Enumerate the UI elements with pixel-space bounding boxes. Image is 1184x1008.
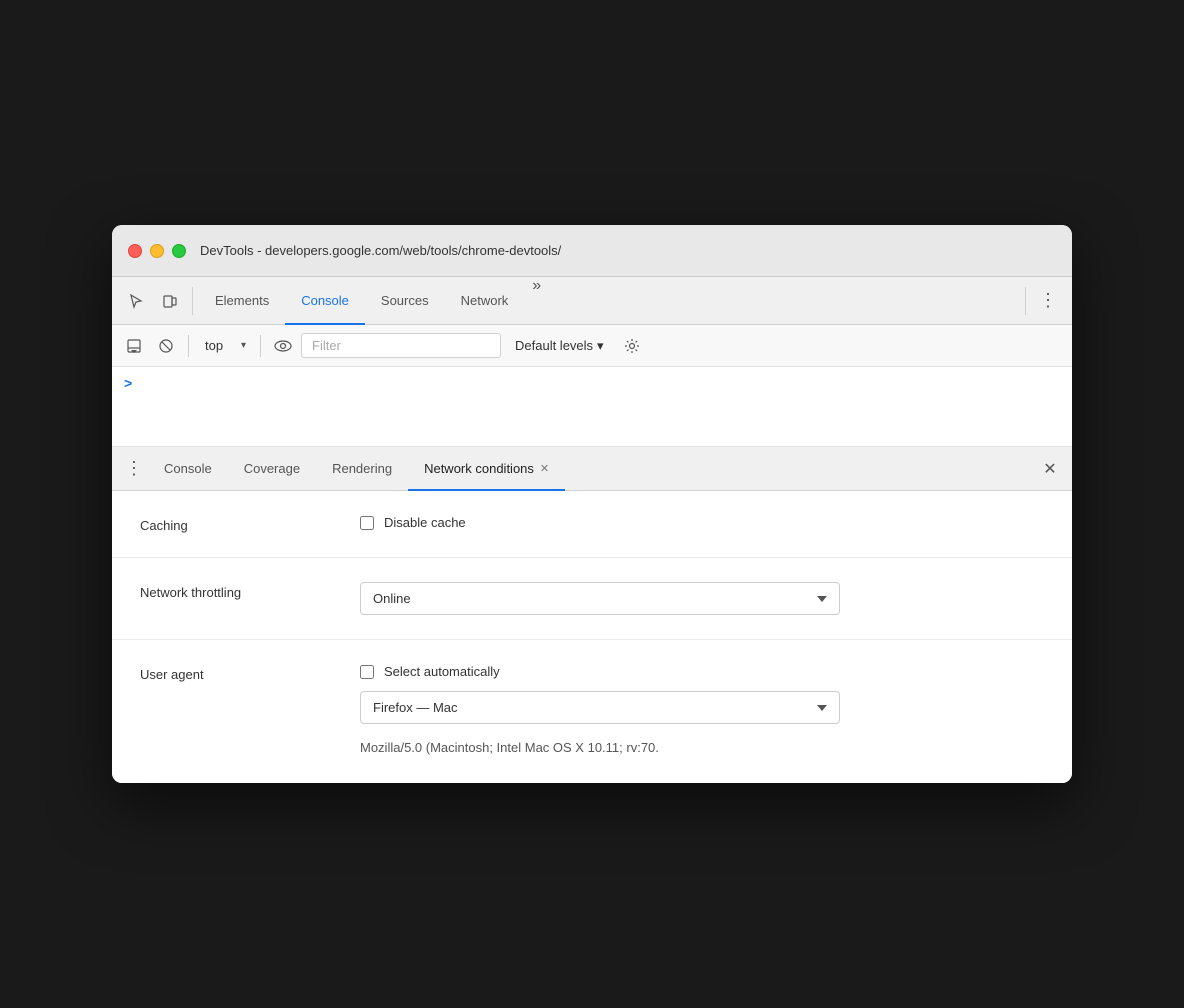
tab-console[interactable]: Console xyxy=(285,278,365,325)
tab-coverage[interactable]: Coverage xyxy=(228,448,316,491)
context-select-input[interactable]: top xyxy=(197,334,252,357)
select-automatically-label[interactable]: Select automatically xyxy=(384,664,500,679)
select-automatically-checkbox[interactable] xyxy=(360,665,374,679)
more-tabs-button[interactable]: » xyxy=(524,277,549,324)
window-title: DevTools - developers.google.com/web/too… xyxy=(200,243,561,258)
user-agent-row: User agent Select automatically Firefox … xyxy=(112,640,1072,783)
console-separator-1 xyxy=(188,335,189,357)
close-panel-button[interactable]: ✕ xyxy=(1036,455,1064,483)
default-levels-button[interactable]: Default levels ▾ xyxy=(505,334,614,358)
bottom-panel: ⋮ Console Coverage Rendering Network con… xyxy=(112,447,1072,783)
disable-cache-label[interactable]: Disable cache xyxy=(384,515,466,530)
devtools-window: DevTools - developers.google.com/web/too… xyxy=(112,225,1072,783)
titlebar: DevTools - developers.google.com/web/too… xyxy=(112,225,1072,277)
cursor-icon-button[interactable] xyxy=(120,285,152,317)
caching-row: Caching Disable cache xyxy=(112,491,1072,558)
close-button[interactable] xyxy=(128,244,142,258)
main-toolbar: Elements Console Sources Network » ⋮ xyxy=(112,277,1072,325)
tab-sources[interactable]: Sources xyxy=(365,278,445,325)
console-prompt[interactable]: > xyxy=(124,375,132,391)
device-toolbar-icon-button[interactable] xyxy=(154,285,186,317)
console-toolbar: top ▾ Default levels ▾ xyxy=(112,325,1072,367)
tab-network-conditions[interactable]: Network conditions ✕ xyxy=(408,448,565,491)
eye-icon-button[interactable] xyxy=(269,332,297,360)
user-agent-label: User agent xyxy=(140,664,340,682)
console-settings-button[interactable] xyxy=(618,332,646,360)
caching-label: Caching xyxy=(140,515,340,533)
maximize-button[interactable] xyxy=(172,244,186,258)
tab-elements[interactable]: Elements xyxy=(199,278,285,325)
throttling-control: Online Fast 3G Slow 3G Offline xyxy=(360,582,1044,615)
toolbar-separator-2 xyxy=(1025,287,1026,315)
select-automatically-row: Select automatically xyxy=(360,664,1044,679)
tab-rendering[interactable]: Rendering xyxy=(316,448,408,491)
show-drawer-button[interactable] xyxy=(120,332,148,360)
caching-control: Disable cache xyxy=(360,515,1044,530)
console-separator-2 xyxy=(260,335,261,357)
bottom-tab-bar: ⋮ Console Coverage Rendering Network con… xyxy=(112,447,1072,491)
network-conditions-tab-close-icon[interactable]: ✕ xyxy=(540,462,549,475)
network-conditions-content: Caching Disable cache Network throttling… xyxy=(112,491,1072,783)
toolbar-separator-1 xyxy=(192,287,193,315)
throttling-row: Network throttling Online Fast 3G Slow 3… xyxy=(112,558,1072,640)
drawer-dots-button[interactable]: ⋮ xyxy=(120,455,148,483)
filter-input[interactable] xyxy=(301,333,501,358)
disable-cache-checkbox[interactable] xyxy=(360,516,374,530)
clear-console-button[interactable] xyxy=(152,332,180,360)
console-area: > xyxy=(112,367,1072,447)
minimize-button[interactable] xyxy=(150,244,164,258)
context-selector[interactable]: top ▾ xyxy=(197,334,252,357)
throttling-label: Network throttling xyxy=(140,582,340,600)
ua-string: Mozilla/5.0 (Macintosh; Intel Mac OS X 1… xyxy=(360,736,840,759)
disable-cache-row: Disable cache xyxy=(360,515,1044,530)
tab-console-drawer[interactable]: Console xyxy=(148,448,228,491)
throttling-select[interactable]: Online Fast 3G Slow 3G Offline xyxy=(360,582,840,615)
traffic-lights xyxy=(128,244,186,258)
devtools-menu-button[interactable]: ⋮ xyxy=(1032,285,1064,317)
user-agent-control: Select automatically Firefox — Mac Chrom… xyxy=(360,664,1044,759)
main-tabs: Elements Console Sources Network » xyxy=(199,277,1019,324)
browser-select[interactable]: Firefox — Mac Chrome — Mac Safari — Mac … xyxy=(360,691,840,724)
tab-network[interactable]: Network xyxy=(445,278,525,325)
